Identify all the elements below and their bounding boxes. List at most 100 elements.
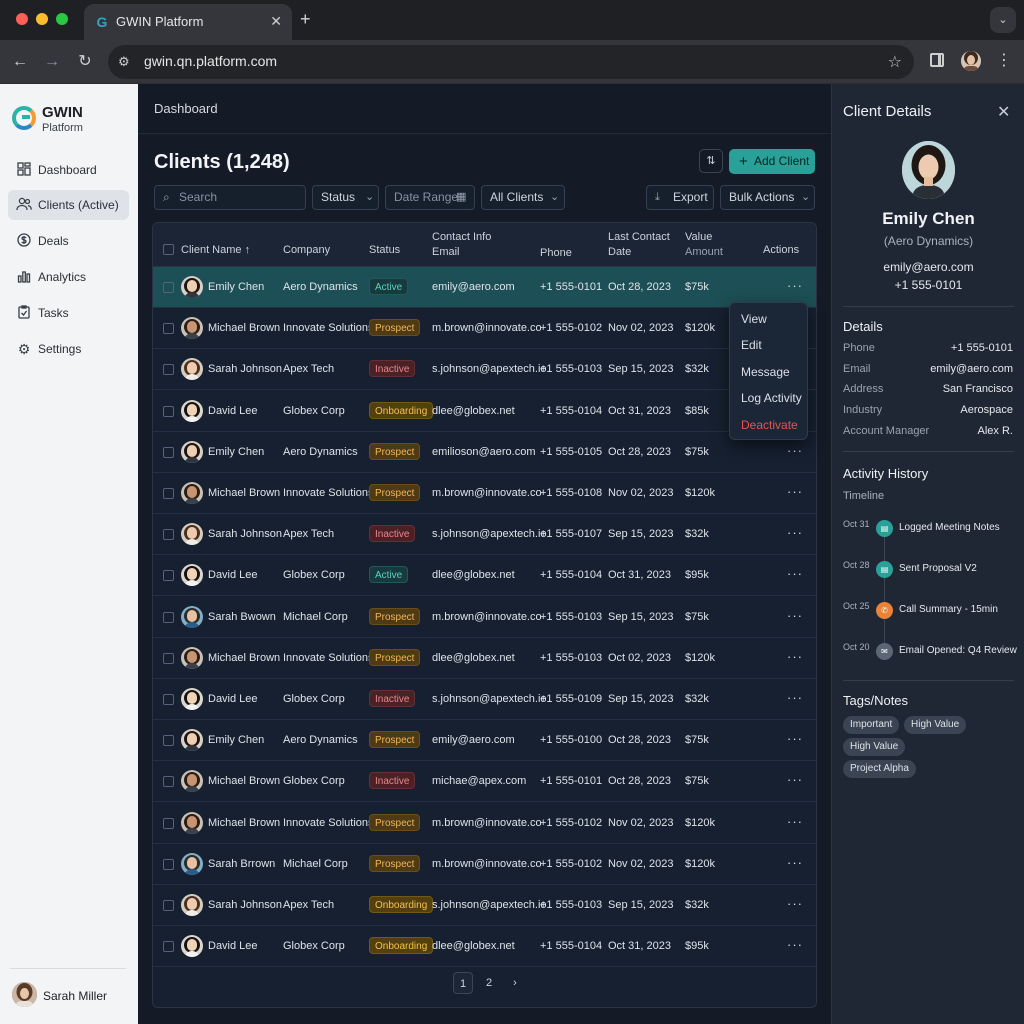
profile-avatar[interactable] (961, 51, 981, 71)
table-row[interactable]: Emily Chen Aero Dynamics Prospect emilioson… (153, 432, 816, 473)
table-row[interactable]: Sarah Brrown Michael Corp Prospect m.brown@… (153, 844, 816, 885)
col-phone[interactable]: Phone (540, 246, 572, 260)
row-checkbox[interactable] (163, 694, 174, 705)
sort-button[interactable]: ⇅ (699, 149, 723, 173)
col-status[interactable]: Status (369, 243, 400, 257)
row-client-name[interactable]: Michael Brown (208, 486, 280, 500)
reload-icon[interactable]: ↻ (73, 50, 97, 74)
status-filter[interactable]: Status ⌄ (312, 185, 379, 210)
menu-log-activity[interactable]: Log Activity (741, 391, 802, 405)
back-icon[interactable]: ← (8, 50, 32, 74)
row-email[interactable]: emily@aero.com (432, 280, 515, 294)
sidebar-item-dashboard[interactable]: Dashboard (8, 155, 129, 185)
minimize-window-icon[interactable] (36, 13, 48, 25)
row-client-name[interactable]: Emily Chen (208, 280, 264, 294)
page-2-button[interactable]: 2 (479, 972, 499, 994)
table-row[interactable]: Michael Brown Innovate Solutions Prospect m… (153, 308, 816, 350)
search-input[interactable]: ⌕ Search (154, 185, 306, 210)
add-client-button[interactable]: + Add Client (729, 149, 815, 174)
row-client-name[interactable]: Sarah Johnson (208, 527, 282, 541)
row-checkbox[interactable] (163, 900, 174, 911)
row-email[interactable]: s.johnson@apextech.io (432, 527, 547, 541)
maximize-window-icon[interactable] (56, 13, 68, 25)
forward-icon[interactable]: → (40, 50, 64, 74)
row-checkbox[interactable] (163, 529, 174, 541)
row-email[interactable]: s.johnson@apextech.io (432, 692, 547, 706)
tag-chip[interactable]: High Value (843, 738, 906, 756)
table-row[interactable]: Michael Brown Innovate Solutions Prospect d… (153, 638, 816, 679)
row-email[interactable]: m.brown@innovate.co (432, 857, 542, 871)
table-row[interactable]: Sarah Bwown Michael Corp Prospect m.brown@i… (153, 597, 816, 638)
timeline-text[interactable]: Sent Proposal V2 (899, 563, 977, 574)
close-window-icon[interactable] (16, 13, 28, 25)
user-avatar[interactable] (12, 982, 37, 1007)
breadcrumb[interactable]: Dashboard (154, 101, 218, 116)
row-more-actions-icon[interactable]: ··· (787, 525, 803, 540)
table-row[interactable]: David Lee Globex Corp Onboarding dlee@globe… (153, 926, 816, 968)
browser-menu-icon[interactable]: ⋮ (996, 51, 1012, 71)
row-client-name[interactable]: Michael Brown (208, 321, 280, 335)
row-email[interactable]: m.brown@innovate.co (432, 610, 542, 624)
row-client-name[interactable]: Michael Brown (208, 774, 280, 788)
side-panel-icon[interactable] (930, 53, 944, 67)
table-row[interactable]: Emily Chen Aero Dynamics Prospect emily@aer… (153, 720, 816, 762)
row-client-name[interactable]: David Lee (208, 404, 258, 418)
table-row[interactable]: Michael Brown Innovate Solutions Prospect m… (153, 473, 816, 514)
menu-edit[interactable]: Edit (741, 338, 762, 352)
next-page-chevron-icon[interactable]: › (505, 972, 525, 994)
row-client-name[interactable]: Michael Brown (208, 651, 280, 665)
row-checkbox[interactable] (163, 817, 174, 829)
row-client-name[interactable]: Sarah Brrown (208, 857, 275, 871)
col-value[interactable]: Value (685, 230, 712, 244)
row-email[interactable]: dlee@globex.net (432, 404, 515, 418)
row-email[interactable]: michae@apex.com (432, 774, 526, 788)
bookmark-star-icon[interactable]: ☆ (888, 52, 902, 72)
row-checkbox[interactable] (163, 858, 174, 870)
export-button[interactable]: ⤓ Export (646, 185, 714, 210)
bulk-actions-dropdown[interactable]: Bulk Actions ⌄ (720, 185, 815, 210)
row-more-actions-icon[interactable]: ··· (787, 484, 803, 499)
row-checkbox[interactable] (163, 941, 174, 953)
table-row[interactable]: Sarah Johnson Apex Tech Inactive s.johnson@… (153, 514, 816, 556)
row-checkbox[interactable] (163, 735, 174, 747)
address-bar[interactable]: ⚙ gwin.qn.platform.com ☆ (108, 45, 914, 79)
row-checkbox[interactable] (163, 611, 174, 623)
sidebar-item-deals[interactable]: Deals (8, 226, 129, 256)
row-more-actions-icon[interactable]: ··· (787, 772, 803, 787)
row-email[interactable]: m.brown@innovate.co (432, 816, 542, 830)
menu-deactivate[interactable]: Deactivate (741, 418, 798, 432)
row-checkbox[interactable] (163, 405, 174, 417)
col-last-contact[interactable]: Last Contact (608, 230, 670, 244)
row-more-actions-icon[interactable]: ··· (787, 937, 803, 952)
table-row[interactable]: Michael Brown Globex Corp Inactive michae@a… (153, 761, 816, 803)
row-checkbox[interactable] (163, 446, 174, 458)
sidebar-item-settings[interactable]: ⚙ Settings (8, 334, 129, 364)
row-email[interactable]: dlee@globex.net (432, 939, 515, 953)
select-all-checkbox[interactable] (163, 244, 174, 255)
row-client-name[interactable]: Michael Brown (208, 816, 280, 830)
row-client-name[interactable]: Emily Chen (208, 445, 264, 459)
table-row[interactable]: Emily Chen Aero Dynamics Active emily@aero.… (153, 267, 816, 308)
timeline-text[interactable]: Logged Meeting Notes (899, 522, 1000, 533)
close-icon[interactable]: ✕ (997, 102, 1010, 122)
tag-chip[interactable]: Important (843, 716, 900, 734)
row-more-actions-icon[interactable]: ··· (787, 566, 803, 581)
page-1-button[interactable]: 1 (453, 972, 473, 994)
row-checkbox[interactable] (163, 282, 174, 293)
table-row[interactable]: David Lee Globex Corp Inactive s.johnson@ap… (153, 679, 816, 720)
row-email[interactable]: emily@aero.com (432, 733, 515, 747)
date-range-filter[interactable]: Date Range ▦ (385, 185, 475, 210)
col-company[interactable]: Company (283, 243, 330, 257)
row-more-actions-icon[interactable]: ··· (787, 814, 803, 829)
row-checkbox[interactable] (163, 652, 174, 664)
timeline-text[interactable]: Call Summary - 15min (899, 604, 998, 615)
row-checkbox[interactable] (163, 488, 174, 499)
user-name[interactable]: Sarah Miller (43, 989, 107, 1003)
new-tab-icon[interactable]: + (300, 8, 311, 30)
row-email[interactable]: m.brown@innovate.co (432, 486, 542, 500)
row-email[interactable]: dlee@globex.net (432, 568, 515, 582)
row-email[interactable]: emilioson@aero.com (432, 445, 536, 459)
tag-chip[interactable]: High Value (904, 716, 967, 734)
row-more-actions-icon[interactable]: ··· (787, 608, 803, 623)
row-more-actions-icon[interactable]: ··· (787, 896, 803, 911)
